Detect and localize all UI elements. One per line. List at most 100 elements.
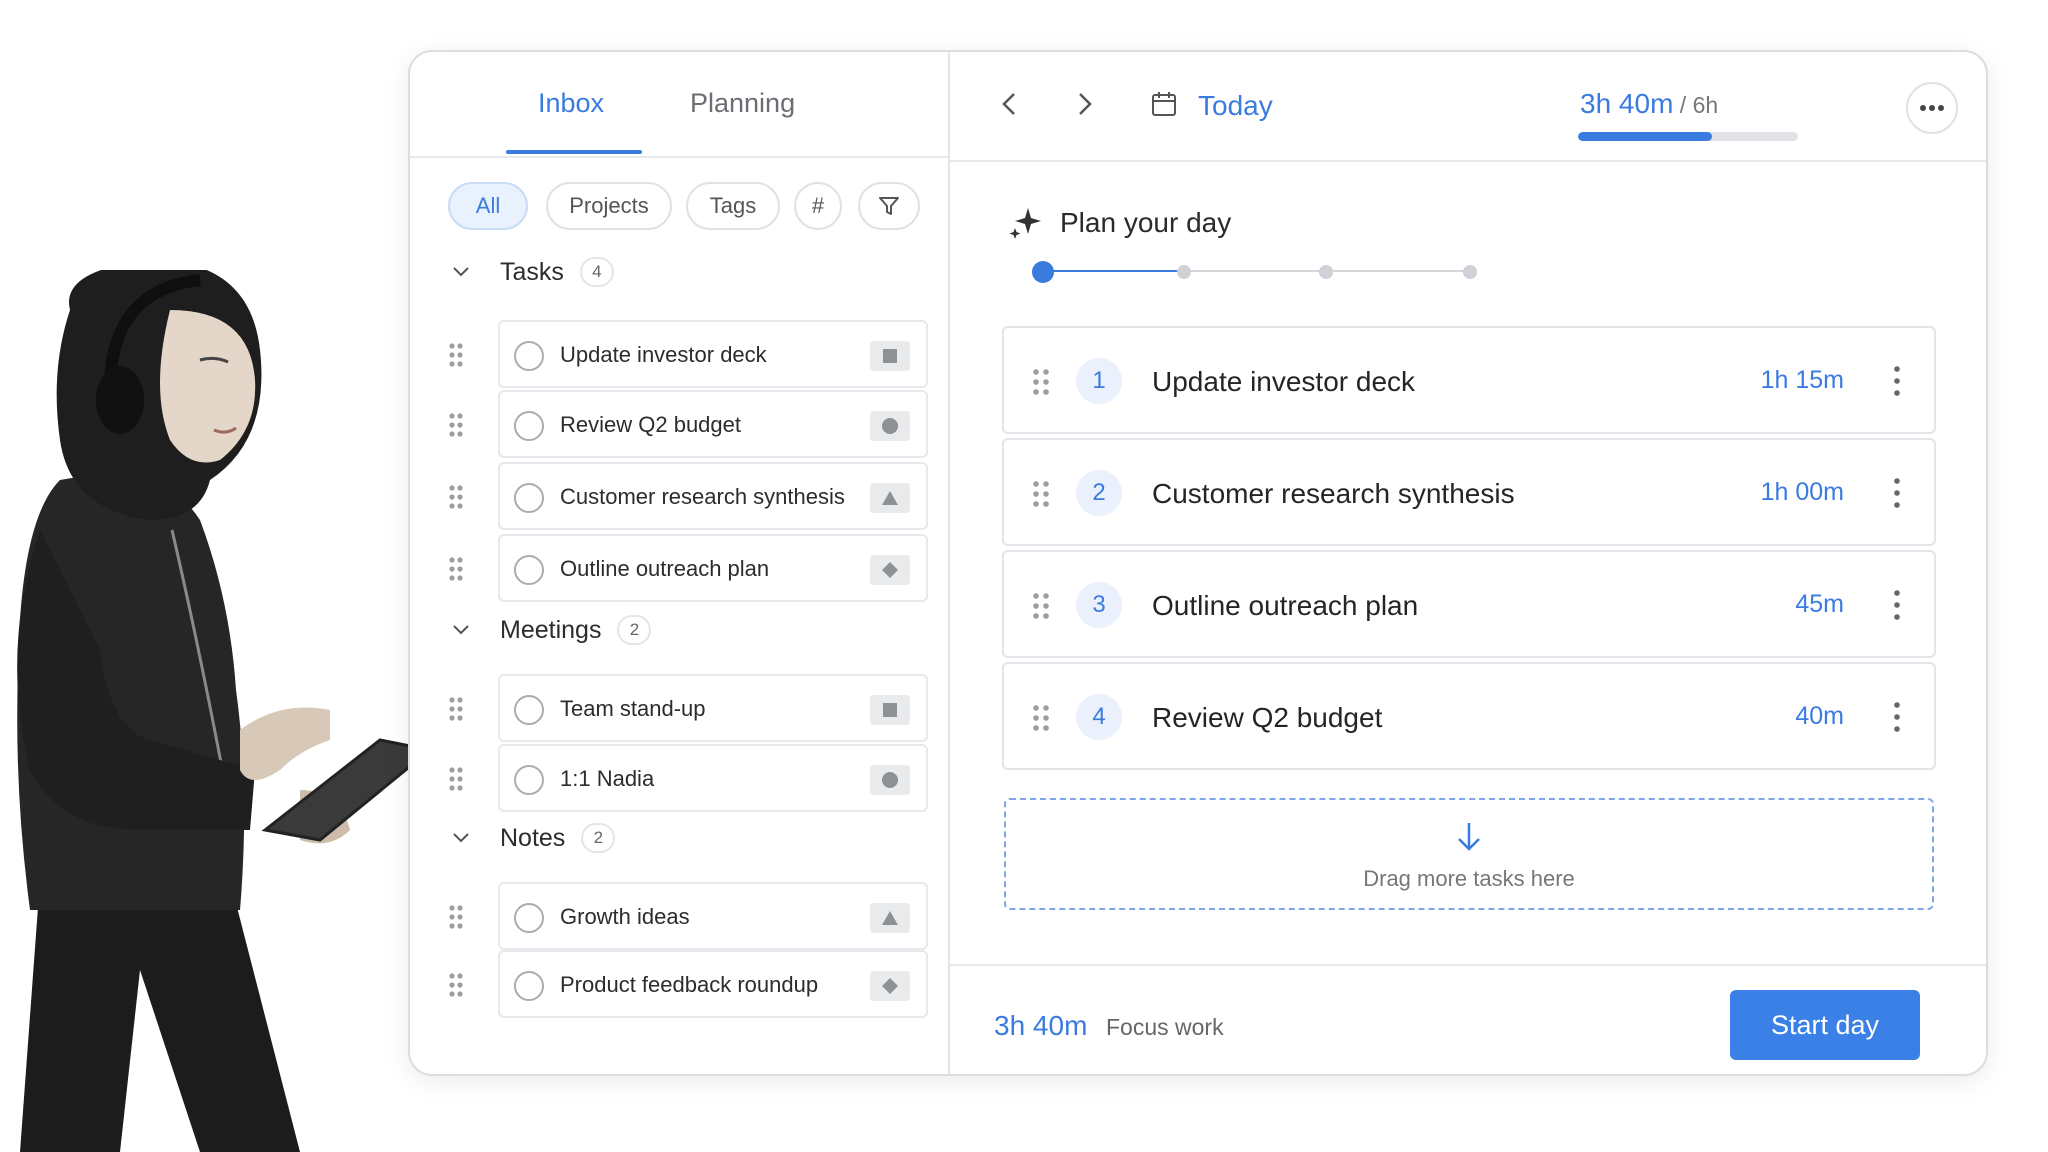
more-vertical-icon[interactable] — [1892, 700, 1902, 734]
complete-checkbox[interactable] — [514, 765, 544, 795]
sparkle-icon — [1009, 208, 1041, 239]
planned-task-label: Outline outreach plan — [1152, 590, 1419, 621]
planned-task-duration[interactable]: 1h 15m — [1761, 366, 1844, 395]
drag-handle-icon[interactable] — [448, 556, 464, 582]
focus-total-time: 3h 40m — [994, 1010, 1088, 1041]
tab-planning[interactable]: Planning — [690, 88, 795, 119]
section-notes-header: Notes 2 — [450, 818, 616, 858]
order-number-badge: 3 — [1076, 582, 1122, 628]
filter-all-chip[interactable]: All — [448, 182, 528, 230]
drop-zone[interactable]: Drag more tasks here — [1004, 798, 1934, 910]
chevron-left-icon[interactable] — [994, 88, 1026, 120]
task-card[interactable]: Update investor deck — [498, 320, 928, 388]
drag-handle-icon[interactable] — [448, 412, 464, 438]
progress-separator: / — [1673, 92, 1693, 118]
section-meetings-header: Meetings 2 — [450, 610, 652, 650]
list-item: Product feedback roundup — [448, 950, 928, 1018]
drag-handle-icon[interactable] — [448, 342, 464, 368]
order-number-badge: 2 — [1076, 470, 1122, 516]
tab-bar: Inbox Planning — [410, 52, 948, 158]
complete-checkbox[interactable] — [514, 903, 544, 933]
diamond-icon — [870, 971, 910, 1001]
today-button[interactable]: Today — [1198, 90, 1273, 122]
filter-icon — [879, 197, 899, 215]
drag-handle-icon[interactable] — [448, 972, 464, 998]
task-card[interactable]: Outline outreach plan — [498, 534, 928, 602]
more-vertical-icon[interactable] — [1892, 364, 1902, 398]
task-label: Outline outreach plan — [560, 556, 770, 581]
tab-inbox[interactable]: Inbox — [538, 88, 604, 119]
drag-handle-icon[interactable] — [448, 904, 464, 930]
section-title: Tasks — [500, 257, 564, 286]
chevron-right-icon[interactable] — [1068, 88, 1100, 120]
circle-icon — [870, 411, 910, 441]
chevron-down-icon[interactable] — [450, 261, 472, 283]
count-badge: 2 — [617, 615, 652, 645]
step-dot[interactable] — [1319, 265, 1333, 279]
meeting-label: Team stand-up — [560, 696, 706, 721]
note-card[interactable]: Product feedback roundup — [498, 950, 928, 1018]
task-label: Update investor deck — [560, 342, 767, 367]
section-title: Meetings — [500, 615, 602, 644]
complete-checkbox[interactable] — [514, 411, 544, 441]
plan-stepper — [1032, 260, 1477, 284]
active-tab-indicator — [506, 150, 642, 154]
person-illustration — [17, 270, 434, 1152]
drag-handle-icon[interactable] — [448, 484, 464, 510]
planned-task-card[interactable]: 2 Customer research synthesis 1h 00m — [1002, 438, 1936, 546]
more-options-button[interactable] — [1906, 82, 1958, 134]
square-icon — [870, 341, 910, 371]
arrow-down-icon — [1458, 823, 1480, 851]
note-label: Product feedback roundup — [560, 972, 819, 997]
drag-handle-icon[interactable] — [1032, 368, 1050, 396]
start-day-button[interactable]: Start day — [1730, 990, 1920, 1060]
more-vertical-icon[interactable] — [1892, 588, 1902, 622]
order-number-badge: 1 — [1076, 358, 1122, 404]
meeting-card[interactable]: 1:1 Nadia — [498, 744, 928, 812]
filter-button[interactable] — [858, 182, 920, 230]
time-progress-fill — [1578, 132, 1713, 141]
task-label: Customer research synthesis — [560, 484, 845, 509]
more-vertical-icon[interactable] — [1892, 476, 1902, 510]
step-dot-active[interactable] — [1032, 261, 1054, 283]
list-item: Outline outreach plan — [448, 534, 928, 602]
planned-task-card[interactable]: 3 Outline outreach plan 45m — [1002, 550, 1936, 658]
task-card[interactable]: Customer research synthesis — [498, 462, 928, 530]
focus-work-label: Focus work — [1106, 1014, 1224, 1040]
drop-zone-text: Drag more tasks here — [1363, 866, 1575, 891]
drag-handle-icon[interactable] — [448, 766, 464, 792]
section-title: Notes — [500, 823, 566, 852]
planned-task-card[interactable]: 4 Review Q2 budget 40m — [1002, 662, 1936, 770]
circle-icon — [870, 765, 910, 795]
planned-task-duration[interactable]: 1h 00m — [1761, 478, 1844, 507]
step-dot[interactable] — [1177, 265, 1191, 279]
filter-projects-chip[interactable]: Projects — [546, 182, 672, 230]
section-tasks-header: Tasks 4 — [450, 252, 614, 292]
planned-task-card[interactable]: 1 Update investor deck 1h 15m — [1002, 326, 1936, 434]
step-dot[interactable] — [1463, 265, 1477, 279]
drag-handle-icon[interactable] — [448, 696, 464, 722]
planned-task-duration[interactable]: 45m — [1795, 590, 1844, 619]
list-item: Review Q2 budget — [448, 390, 928, 458]
chevron-down-icon[interactable] — [450, 619, 472, 641]
drag-handle-icon[interactable] — [1032, 704, 1050, 732]
complete-checkbox[interactable] — [514, 971, 544, 1001]
chevron-down-icon[interactable] — [450, 827, 472, 849]
note-card[interactable]: Growth ideas — [498, 882, 928, 950]
complete-checkbox[interactable] — [514, 341, 544, 371]
complete-checkbox[interactable] — [514, 483, 544, 513]
meeting-card[interactable]: Team stand-up — [498, 674, 928, 742]
triangle-icon — [870, 903, 910, 933]
planned-task-duration[interactable]: 40m — [1795, 702, 1844, 731]
filter-hash-chip[interactable]: # — [794, 182, 842, 230]
filter-tags-chip[interactable]: Tags — [686, 182, 780, 230]
planning-header: Today 3h 40m / 6h — [950, 52, 1986, 162]
drag-handle-icon[interactable] — [1032, 480, 1050, 508]
list-item: Growth ideas — [448, 882, 928, 950]
drag-handle-icon[interactable] — [1032, 592, 1050, 620]
task-card[interactable]: Review Q2 budget — [498, 390, 928, 458]
complete-checkbox[interactable] — [514, 695, 544, 725]
complete-checkbox[interactable] — [514, 555, 544, 585]
plan-title-row: Plan your day — [1008, 206, 1231, 240]
calendar-icon[interactable] — [1150, 90, 1178, 118]
